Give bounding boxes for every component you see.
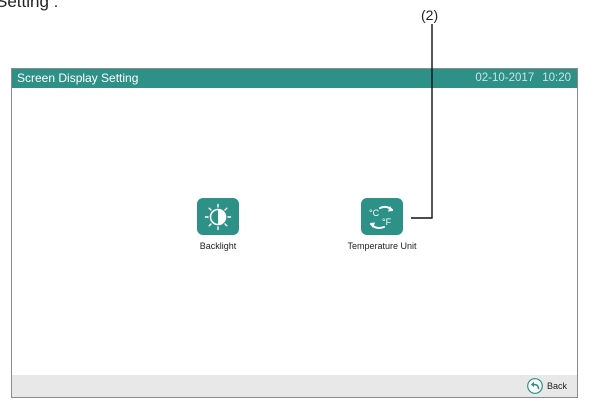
backlight-button[interactable]: Backlight [188,198,248,251]
page-title: Screen Display Setting [17,71,139,85]
screen-display-setting-panel: Screen Display Setting 02-10-2017 10:20 [11,68,578,398]
temperature-unit-label: Temperature Unit [347,241,417,251]
svg-text:°C: °C [369,208,380,218]
title-bar: Screen Display Setting 02-10-2017 10:20 [12,69,577,88]
callout-label: (2) [421,7,439,23]
temperature-unit-button[interactable]: °C °F Temperature Unit [332,198,432,251]
temperature-unit-icon: °C °F [361,198,403,235]
back-button[interactable]: Back [527,378,567,394]
svg-text:°F: °F [382,217,392,227]
date-text: 02-10-2017 [475,72,535,84]
document-heading: Setting : [0,0,59,11]
back-label: Back [546,381,567,391]
time-text: 10:20 [542,72,571,84]
datetime-display: 02-10-2017 10:20 [475,69,571,88]
backlight-label: Backlight [199,241,237,251]
back-arrow-icon [527,378,543,394]
bottom-bar: Back [12,375,577,397]
backlight-icon [197,198,239,235]
